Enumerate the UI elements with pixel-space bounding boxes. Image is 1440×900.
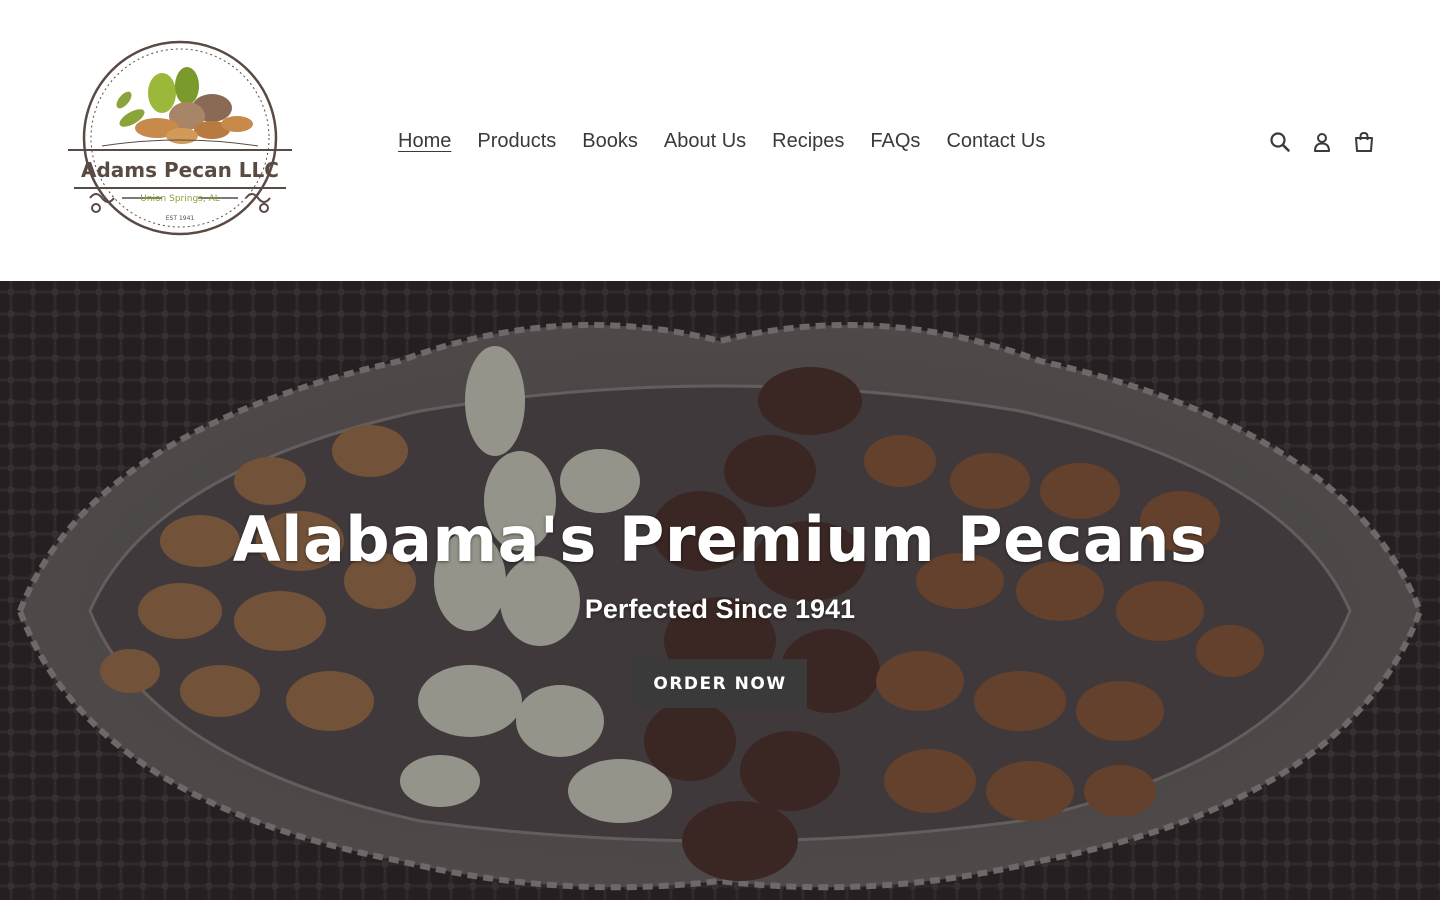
nav-item-contact-us[interactable]: Contact Us [933,127,1058,155]
hero-title: Alabama's Premium Pecans [232,503,1208,576]
nav-item-home[interactable]: Home [385,127,464,155]
main-navigation: Home Products Books About Us Recipes FAQ… [385,126,1058,156]
logo-emblem: Adams Pecan LLC Union Springs, AL EST 19… [68,40,292,236]
brand-logo[interactable]: Adams Pecan LLC Union Springs, AL EST 19… [62,38,298,240]
nav-item-books[interactable]: Books [569,127,651,155]
site-header: Adams Pecan LLC Union Springs, AL EST 19… [0,0,1440,281]
logo-location: Union Springs, AL [140,194,220,204]
nav-item-about-us[interactable]: About Us [651,127,759,155]
search-icon[interactable] [1266,128,1294,156]
order-now-button[interactable]: ORDER NOW [633,659,807,708]
nav-item-recipes[interactable]: Recipes [759,127,857,155]
logo-established: EST 1941 [166,215,195,222]
hero-overlay [0,281,1440,900]
logo-name: Adams Pecan LLC [81,158,279,182]
nav-item-faqs[interactable]: FAQs [857,127,933,155]
nav-item-products[interactable]: Products [464,127,569,155]
header-icons [1266,128,1392,156]
hero-banner: Alabama's Premium Pecans Perfected Since… [0,281,1440,900]
cart-icon[interactable] [1350,128,1378,156]
hero-subtitle: Perfected Since 1941 [584,594,856,624]
account-icon[interactable] [1308,128,1336,156]
